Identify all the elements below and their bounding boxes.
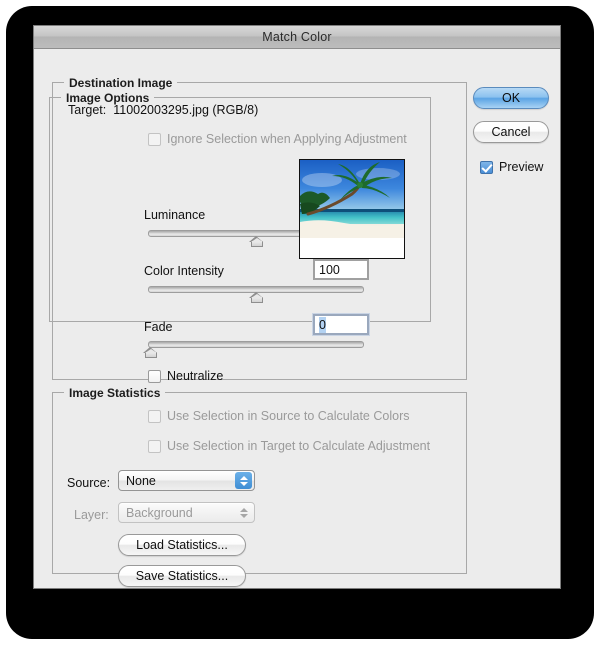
load-statistics-label: Load Statistics... xyxy=(136,538,228,552)
layer-stepper-icon xyxy=(235,504,252,521)
use-selection-source-checkbox-row[interactable]: Use Selection in Source to Calculate Col… xyxy=(148,409,409,423)
fade-input[interactable]: 0 xyxy=(313,314,369,335)
neutralize-checkbox-row[interactable]: Neutralize xyxy=(148,369,223,383)
use-selection-source-label: Use Selection in Source to Calculate Col… xyxy=(167,409,410,423)
fade-value: 0 xyxy=(319,316,326,333)
dialog-titlebar[interactable]: Match Color xyxy=(34,26,560,49)
source-select[interactable]: None xyxy=(118,470,255,491)
luminance-label: Luminance xyxy=(144,208,206,222)
cancel-label: Cancel xyxy=(491,125,531,139)
beach-scene-image xyxy=(300,160,404,258)
layer-label: Layer: xyxy=(74,508,109,522)
source-stepper-icon[interactable] xyxy=(235,472,252,489)
fade-slider[interactable] xyxy=(143,340,364,358)
dialog-body: Destination Image Target: 11002003295.jp… xyxy=(34,49,560,588)
image-statistics-legend: Image Statistics xyxy=(64,386,166,400)
fade-slider-thumb[interactable] xyxy=(143,347,158,358)
use-selection-source-checkbox xyxy=(148,409,161,423)
preview-checkbox-row[interactable]: Preview xyxy=(480,160,543,174)
match-color-dialog: Match Color Destination Image Target: 11… xyxy=(33,25,561,589)
preview-checkbox xyxy=(480,160,493,174)
dialog-title: Match Color xyxy=(262,30,332,44)
use-selection-target-checkbox xyxy=(148,439,161,453)
layer-select: Background xyxy=(118,502,255,523)
luminance-slider-thumb[interactable] xyxy=(249,236,264,247)
source-thumbnail-preview xyxy=(299,159,405,259)
color-intensity-input[interactable]: 100 xyxy=(313,259,369,280)
destination-image-legend: Destination Image xyxy=(64,76,178,90)
preview-label: Preview xyxy=(499,160,544,174)
use-selection-target-checkbox-row[interactable]: Use Selection in Target to Calculate Adj… xyxy=(148,439,430,453)
load-statistics-button[interactable]: Load Statistics... xyxy=(118,534,246,556)
save-statistics-label: Save Statistics... xyxy=(135,569,229,583)
image-options-legend: Image Options xyxy=(61,91,155,105)
layer-value: Background xyxy=(126,505,193,520)
color-intensity-slider[interactable] xyxy=(148,285,364,303)
fade-label: Fade xyxy=(144,320,173,334)
cancel-button[interactable]: Cancel xyxy=(473,121,549,143)
neutralize-label: Neutralize xyxy=(167,369,224,383)
ok-button[interactable]: OK xyxy=(473,87,549,109)
source-value: None xyxy=(126,473,156,488)
save-statistics-button[interactable]: Save Statistics... xyxy=(118,565,246,587)
use-selection-target-label: Use Selection in Target to Calculate Adj… xyxy=(167,439,431,453)
source-label: Source: xyxy=(67,476,111,490)
neutralize-checkbox xyxy=(148,369,161,383)
color-intensity-value: 100 xyxy=(319,262,340,277)
color-intensity-label: Color Intensity xyxy=(144,264,224,278)
color-intensity-slider-thumb[interactable] xyxy=(249,292,264,303)
ok-label: OK xyxy=(501,91,521,105)
fade-slider-track xyxy=(148,341,364,348)
